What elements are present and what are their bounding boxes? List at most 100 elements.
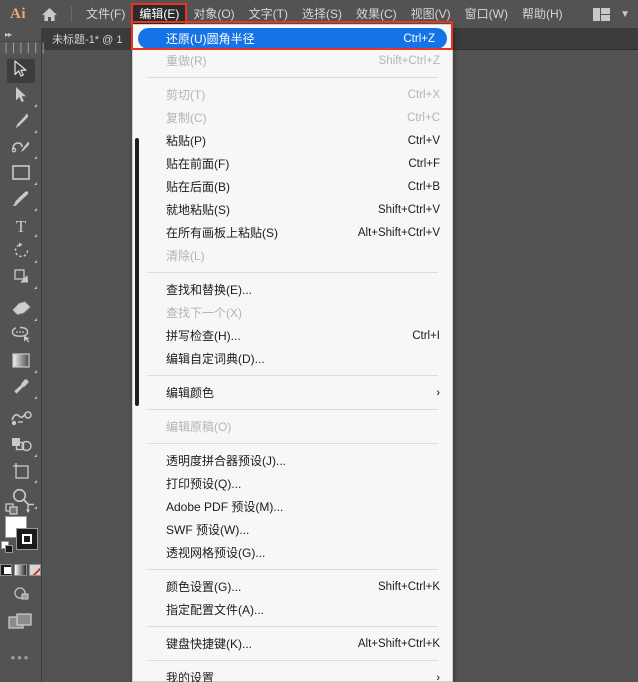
- menuitem-paste-in-front[interactable]: 贴在前面(F) Ctrl+F: [133, 152, 452, 175]
- menu-effect[interactable]: 效果(C): [349, 4, 404, 25]
- fill-stroke-controls: [0, 503, 42, 560]
- menuitem-adobe-pdf-presets[interactable]: Adobe PDF 预设(M)...: [133, 495, 452, 518]
- menuitem-cut: 剪切(T) Ctrl+X: [133, 83, 452, 106]
- paintbrush-icon: [12, 190, 30, 213]
- solid-color-icon[interactable]: [0, 564, 13, 576]
- menuitem-label: 我的设置: [166, 671, 215, 682]
- gradient-icon[interactable]: [14, 564, 27, 576]
- menu-object[interactable]: 对象(O): [186, 4, 241, 25]
- edit-dropdown-menu: 还原(U)圆角半径 Ctrl+Z 重做(R) Shift+Ctrl+Z 剪切(T) Ctr…: [132, 24, 453, 682]
- stroke-swatch[interactable]: [16, 528, 38, 550]
- menuitem-redo: 重做(R) Shift+Ctrl+Z: [133, 49, 452, 72]
- shape-builder-tool[interactable]: [0, 434, 42, 460]
- menuitem-swf-presets[interactable]: SWF 预设(W)...: [133, 518, 452, 541]
- paintbrush-tool[interactable]: [0, 188, 42, 214]
- blend-tool[interactable]: [0, 408, 42, 434]
- menuitem-edit-original: 编辑原稿(O): [133, 415, 452, 438]
- menuitem-label: 清除(L): [166, 249, 205, 263]
- menuitem-paste[interactable]: 粘贴(P) Ctrl+V: [133, 129, 452, 152]
- chevron-down-icon[interactable]: ▼: [620, 9, 630, 20]
- tool-group-indicator: [34, 506, 37, 509]
- menuitem-keyboard-shortcuts[interactable]: 键盘快捷键(K)... Alt+Shift+Ctrl+K: [133, 632, 452, 655]
- default-fill-stroke-icon[interactable]: [1, 540, 13, 558]
- menuitem-shortcut: Shift+Ctrl+Z: [378, 54, 440, 67]
- menuitem-assign-profile[interactable]: 指定配置文件(A)...: [133, 598, 452, 621]
- none-color-icon[interactable]: [28, 564, 41, 576]
- menu-edit[interactable]: 编辑(E): [131, 2, 188, 26]
- tool-group-indicator: [34, 208, 37, 211]
- tool-group-indicator: [34, 260, 37, 263]
- menuitem-undo[interactable]: 还原(U)圆角半径 Ctrl+Z: [138, 28, 447, 49]
- tool-group-indicator: [34, 286, 37, 289]
- menuitem-label: 键盘快捷键(K)...: [166, 637, 252, 651]
- menuitem-paste-in-back[interactable]: 贴在后面(B) Ctrl+B: [133, 175, 452, 198]
- scale-icon: [13, 268, 30, 290]
- gradient-tool[interactable]: [0, 350, 42, 376]
- document-tab[interactable]: 未标题-1* @ 1: [42, 27, 133, 50]
- tool-group-indicator: [34, 104, 37, 107]
- menuitem-shortcut: Ctrl+I: [412, 329, 440, 342]
- menuitem-edit-custom-dictionary[interactable]: 编辑自定词典(D)...: [133, 347, 452, 370]
- menuitem-my-settings[interactable]: 我的设置 ›: [133, 666, 452, 682]
- menuitem-check-spelling[interactable]: 拼写检查(H)... Ctrl+I: [133, 324, 452, 347]
- menuitem-paste-in-place[interactable]: 就地粘贴(S) Shift+Ctrl+V: [133, 198, 452, 221]
- menuitem-shortcut: Alt+Shift+Ctrl+K: [357, 637, 440, 650]
- app-logo: Ai: [10, 5, 26, 22]
- rotate-tool[interactable]: [0, 240, 42, 266]
- artboard-tool[interactable]: [0, 460, 42, 486]
- rectangle-tool[interactable]: [0, 162, 42, 188]
- direct-selection-tool[interactable]: [0, 84, 42, 110]
- eraser-tool[interactable]: [0, 298, 42, 324]
- menuitem-perspective-grid-presets[interactable]: 透视网格预设(G)...: [133, 541, 452, 564]
- menuitem-label: 贴在前面(F): [166, 157, 230, 171]
- more-options-icon[interactable]: •••: [0, 650, 41, 665]
- shape-builder-icon: [11, 437, 32, 458]
- tool-list: T: [0, 55, 41, 512]
- layout-switcher-icon[interactable]: [593, 7, 611, 21]
- menuitem-color-settings[interactable]: 颜色设置(G)... Shift+Ctrl+K: [133, 575, 452, 598]
- draw-normal-icon[interactable]: [11, 585, 31, 606]
- menuitem-shortcut: Ctrl+X: [407, 88, 440, 101]
- menu-window[interactable]: 窗口(W): [458, 4, 515, 25]
- menuitem-label: 还原(U)圆角半径: [166, 32, 255, 46]
- menuitem-label: 贴在后面(B): [166, 180, 230, 194]
- menuitem-label: 透视网格预设(G)...: [166, 546, 266, 560]
- menu-view[interactable]: 视图(V): [404, 4, 458, 25]
- selection-tool[interactable]: [0, 58, 42, 84]
- menu-separator: [147, 409, 438, 410]
- menu-file[interactable]: 文件(F): [79, 4, 132, 25]
- menuitem-edit-colors[interactable]: 编辑颜色 ›: [133, 381, 452, 404]
- menuitem-clear: 清除(L): [133, 244, 452, 267]
- type-tool[interactable]: T: [0, 214, 42, 240]
- screen-mode-icon[interactable]: [7, 613, 34, 636]
- menuitem-shortcut: Alt+Shift+Ctrl+V: [357, 226, 440, 239]
- menuitem-shortcut: Ctrl+B: [407, 180, 440, 193]
- tool-group-indicator: [34, 396, 37, 399]
- mode-buttons: [0, 585, 41, 636]
- menuitem-paste-on-all-artboards[interactable]: 在所有画板上粘贴(S) Alt+Shift+Ctrl+V: [133, 221, 452, 244]
- curvature-tool[interactable]: [0, 136, 42, 162]
- menuitem-label: 颜色设置(G)...: [166, 580, 242, 594]
- lasso-tool[interactable]: [0, 324, 42, 350]
- menu-type[interactable]: 文字(T): [242, 4, 295, 25]
- menu-help[interactable]: 帮助(H): [515, 4, 570, 25]
- menuitem-find-and-replace[interactable]: 查找和替换(E)...: [133, 278, 452, 301]
- menuitem-transparency-flattener-presets[interactable]: 透明度拼合器预设(J)...: [133, 449, 452, 472]
- menuitem-print-presets[interactable]: 打印预设(Q)...: [133, 472, 452, 495]
- menu-select[interactable]: 选择(S): [295, 4, 349, 25]
- tool-group-indicator: [34, 156, 37, 159]
- tool-group-indicator: [34, 130, 37, 133]
- scale-tool[interactable]: [0, 266, 42, 292]
- pen-tool[interactable]: [0, 110, 42, 136]
- home-icon[interactable]: [34, 7, 64, 22]
- illustrator-window: Ai 文件(F) 编辑(E) 对象(O) 文字(T) 选择(S) 效果(C) 视图(V) 窗口…: [0, 0, 638, 682]
- menuitem-shortcut: Ctrl+C: [407, 111, 440, 124]
- panel-drag-grip[interactable]: ▏▏▏▏▏▏▏▏: [0, 42, 50, 55]
- menuitem-label: 编辑原稿(O): [166, 420, 232, 434]
- eyedropper-tool[interactable]: [0, 376, 42, 402]
- artboard-icon: [12, 462, 30, 485]
- menuitem-label: 复制(C): [166, 111, 207, 125]
- solid-arrow-icon: [15, 86, 27, 108]
- panel-collapse-icon[interactable]: ▸▸: [0, 28, 41, 42]
- menuitem-shortcut: Shift+Ctrl+K: [378, 580, 440, 593]
